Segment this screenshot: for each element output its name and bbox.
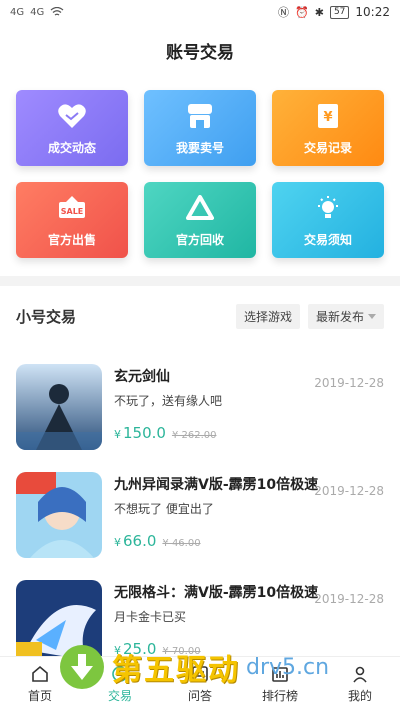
tab-qa[interactable]: 问答 [160, 657, 240, 711]
tile-label: 交易记录 [303, 140, 352, 155]
tile-label: 交易须知 [303, 232, 352, 247]
tile-label: 我要卖号 [175, 140, 224, 155]
listing: 玄元剑仙 不玩了，送有缘人吧 ¥150.0 ¥ 262.00 2019-12-2… [0, 346, 400, 670]
item-price: ¥150.0 [114, 424, 166, 442]
tab-label: 问答 [187, 689, 212, 703]
game-thumbnail [16, 364, 102, 450]
section-header: 小号交易 选择游戏 最新发布 [0, 296, 400, 336]
item-desc: 不玩了，送有缘人吧 [114, 394, 223, 408]
section-title: 小号交易 [16, 307, 77, 326]
tile-trade-records[interactable]: ¥ 交易记录 [272, 90, 384, 166]
nfc-icon: Ⓝ [278, 6, 290, 19]
item-old-price: ¥ 262.00 [171, 430, 217, 441]
page-title: 账号交易 [166, 43, 234, 63]
tab-trade[interactable]: 交易 [80, 657, 160, 711]
item-date: 2019-12-28 [314, 376, 384, 390]
feature-grid: 成交动态 我要卖号 ¥ 交易记录 SALE 官方出售 官方回收 交易须知 [16, 90, 384, 258]
item-currency: ¥ [114, 428, 121, 441]
status-bar: 4G 4G Ⓝ ⏰ ✱ 57 10:22 [0, 0, 400, 24]
item-currency: ¥ [114, 536, 121, 549]
signal-icon: 4G [10, 6, 25, 18]
tile-deal-news[interactable]: 成交动态 [16, 90, 128, 166]
item-price-value: 150.0 [123, 424, 166, 442]
item-date: 2019-12-28 [314, 592, 384, 606]
sale-badge-text: SALE [61, 207, 84, 216]
ranking-icon [272, 667, 288, 682]
signal-icon-2: 4G [30, 6, 45, 18]
recycle-icon [185, 193, 215, 223]
bottom-tab-bar: 首页 交易 问答 排行榜 我的 [0, 656, 400, 711]
list-item[interactable]: 无限格斗：满V版-霹雳10倍极速 月卡金卡已买 ¥25.0 ¥ 70.00 20… [0, 562, 400, 670]
tab-home[interactable]: 首页 [0, 657, 80, 711]
select-game-button[interactable]: 选择游戏 [235, 303, 300, 329]
tile-official-recycle[interactable]: 官方回收 [144, 182, 256, 258]
game-thumbnail [16, 472, 102, 558]
list-item[interactable]: 九州异闻录满V版-霹雳10倍极速 不想玩了 便宜出了 ¥66.0 ¥ 46.00… [0, 454, 400, 562]
chevron-down-icon [368, 313, 376, 319]
item-desc: 月卡金卡已买 [114, 610, 187, 624]
list-item[interactable]: 玄元剑仙 不玩了，送有缘人吧 ¥150.0 ¥ 262.00 2019-12-2… [0, 346, 400, 454]
game-thumbnail [16, 580, 102, 666]
item-price: ¥66.0 [114, 532, 156, 550]
tile-sell-account[interactable]: 我要卖号 [144, 90, 256, 166]
home-icon [32, 665, 48, 682]
tile-trade-notes[interactable]: 交易须知 [272, 182, 384, 258]
tab-label: 首页 [27, 689, 52, 703]
tile-label: 官方出售 [47, 232, 96, 247]
bluetooth-icon: ✱ [314, 5, 324, 19]
tab-ranking[interactable]: 排行榜 [240, 657, 320, 711]
handshake-icon [57, 101, 87, 131]
tile-label: 官方回收 [175, 232, 224, 247]
item-date: 2019-12-28 [314, 484, 384, 498]
tab-me[interactable]: 我的 [320, 657, 400, 711]
tile-official-sale[interactable]: SALE 官方出售 [16, 182, 128, 258]
user-icon [353, 666, 367, 683]
item-desc: 不想玩了 便宜出了 [114, 502, 214, 516]
trade-icon [112, 666, 128, 682]
tab-label: 交易 [107, 689, 132, 703]
svg-text:¥: ¥ [323, 110, 332, 125]
sort-label: 最新发布 [315, 309, 364, 324]
battery-icon: 57 [329, 5, 350, 19]
wifi-icon [50, 7, 64, 16]
item-old-price: ¥ 46.00 [162, 538, 201, 549]
lightbulb-icon [313, 193, 343, 223]
tab-label: 我的 [347, 689, 372, 703]
receipt-icon: ¥ [313, 101, 343, 131]
alarm-icon: ⏰ [295, 5, 309, 19]
tab-label: 排行榜 [261, 689, 298, 703]
section-divider [0, 276, 400, 286]
select-game-label: 选择游戏 [243, 309, 292, 324]
clock: 10:22 [355, 5, 390, 19]
tile-label: 成交动态 [47, 140, 96, 155]
sort-dropdown[interactable]: 最新发布 [307, 303, 384, 329]
shop-icon [185, 101, 215, 131]
qa-icon [192, 666, 208, 682]
item-price-value: 66.0 [123, 532, 157, 550]
sale-tag-icon: SALE [57, 193, 87, 223]
